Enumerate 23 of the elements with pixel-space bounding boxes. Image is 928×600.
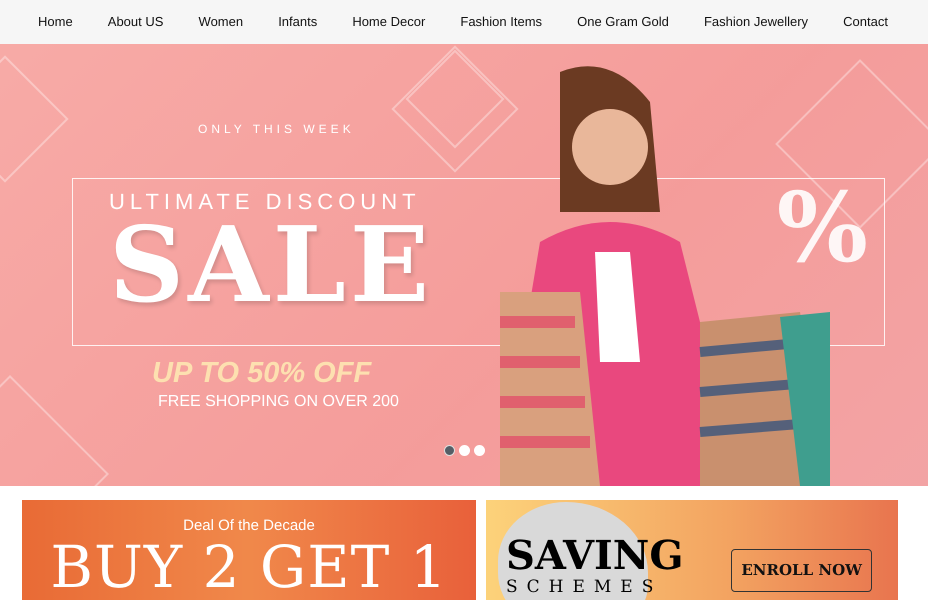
offer-note: FREE SHOPPING ON OVER 200 <box>158 392 400 412</box>
sale-heading: SALE <box>109 213 434 317</box>
nav-link[interactable]: Home Decor <box>352 12 426 32</box>
nav-link[interactable]: Women <box>198 12 244 32</box>
percent-sign: % <box>776 170 868 286</box>
scheme-subtitle: SCHEMES <box>506 576 664 598</box>
nav-link[interactable]: Fashion Items <box>460 12 542 32</box>
banner-eyebrow: ONLY THIS WEEK <box>198 121 356 138</box>
carousel-dot[interactable] <box>474 445 485 456</box>
nav-link[interactable]: Home <box>38 12 73 32</box>
enroll-button[interactable]: ENROLL NOW <box>731 549 872 592</box>
nav-link[interactable]: Fashion Jewellery <box>704 12 808 32</box>
carousel-dot[interactable] <box>444 445 455 456</box>
offer-text: UP TO 50% OFF <box>152 358 373 390</box>
nav-link[interactable]: Contact <box>843 12 888 32</box>
scheme-title: SAVING <box>506 536 684 576</box>
banner-subtitle: ULTIMATE DISCOUNT <box>109 191 422 213</box>
deal-eyebrow: Deal Of the Decade <box>182 516 316 536</box>
carousel-dot[interactable] <box>459 445 470 456</box>
nav-link[interactable]: Infants <box>278 12 318 32</box>
nav-link[interactable]: About US <box>108 12 164 32</box>
nav-link[interactable]: One Gram Gold <box>577 12 669 32</box>
deal-title: BUY 2 GET 1 <box>49 538 449 596</box>
